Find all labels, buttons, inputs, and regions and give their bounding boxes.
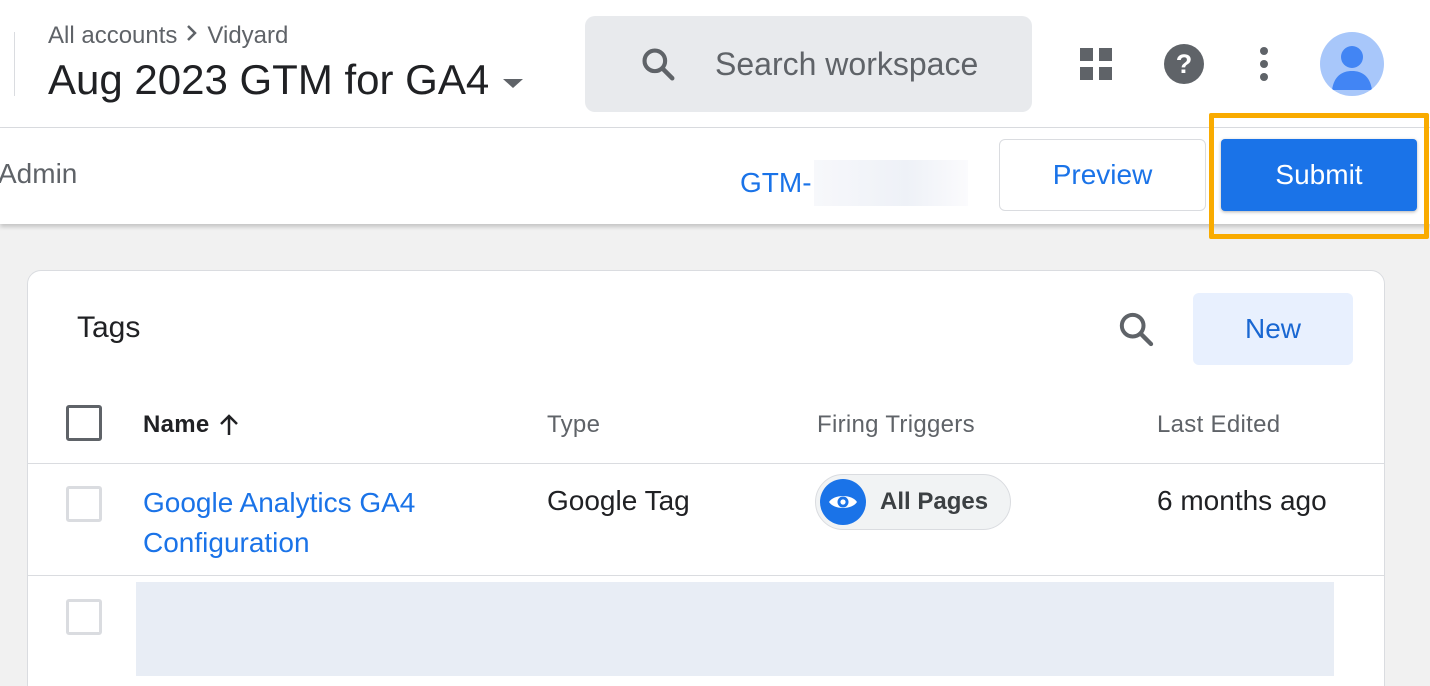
new-tag-button[interactable]: New [1193,293,1353,365]
column-header-name[interactable]: Name [143,411,240,439]
dropdown-arrow-icon [503,78,524,88]
column-header-firing-triggers[interactable]: Firing Triggers [817,411,975,439]
arrow-up-icon [219,414,238,435]
workspace-toolbar: Admin GTM- Preview Submit [0,113,1430,239]
app-header: All accounts Vidyard Aug 2023 GTM for GA… [0,0,1430,128]
redacted-row [136,582,1334,676]
row-checkbox[interactable] [66,599,102,635]
more-vert-icon[interactable] [1240,40,1288,88]
select-all-checkbox[interactable] [66,405,102,441]
search-icon [642,48,675,81]
trigger-chip[interactable]: All Pages [815,474,1011,530]
last-edited: 6 months ago [1157,485,1327,516]
search-icon[interactable] [1116,309,1156,354]
tag-type: Google Tag [547,485,690,516]
row-checkbox[interactable] [66,486,102,522]
column-header-last-edited[interactable]: Last Edited [1157,411,1280,439]
eye-icon [820,479,866,525]
chevron-right-icon [185,23,199,49]
trigger-label: All Pages [880,488,989,515]
header-divider [14,32,15,96]
help-icon[interactable]: ? [1160,40,1208,88]
container-id[interactable]: GTM- [740,160,968,206]
breadcrumb-account[interactable]: Vidyard [207,22,288,50]
container-id-prefix: GTM- [740,167,812,198]
column-header-name-label: Name [143,411,210,438]
tag-name-link[interactable]: Google Analytics GA4 Configuration [143,483,473,563]
container-selector[interactable]: Aug 2023 GTM for GA4 [48,56,524,104]
breadcrumb-all-accounts[interactable]: All accounts [48,22,177,50]
redacted-container-id [813,160,968,206]
svg-text:?: ? [1176,49,1193,79]
workspace-search[interactable] [585,16,1032,112]
tab-admin[interactable]: Admin [0,158,77,190]
apps-grid-icon[interactable] [1072,40,1120,88]
tags-card: Tags New Name Type Firing Triggers Last … [27,270,1385,686]
container-name: Aug 2023 GTM for GA4 [48,56,490,103]
search-input[interactable] [715,45,1015,83]
divider [28,575,1384,576]
column-header-type[interactable]: Type [547,411,600,439]
breadcrumb: All accounts Vidyard [48,22,288,50]
highlight-box [1209,113,1429,239]
preview-button[interactable]: Preview [999,139,1206,211]
divider [28,463,1384,464]
tags-title: Tags [77,311,141,344]
account-avatar[interactable] [1320,32,1384,96]
